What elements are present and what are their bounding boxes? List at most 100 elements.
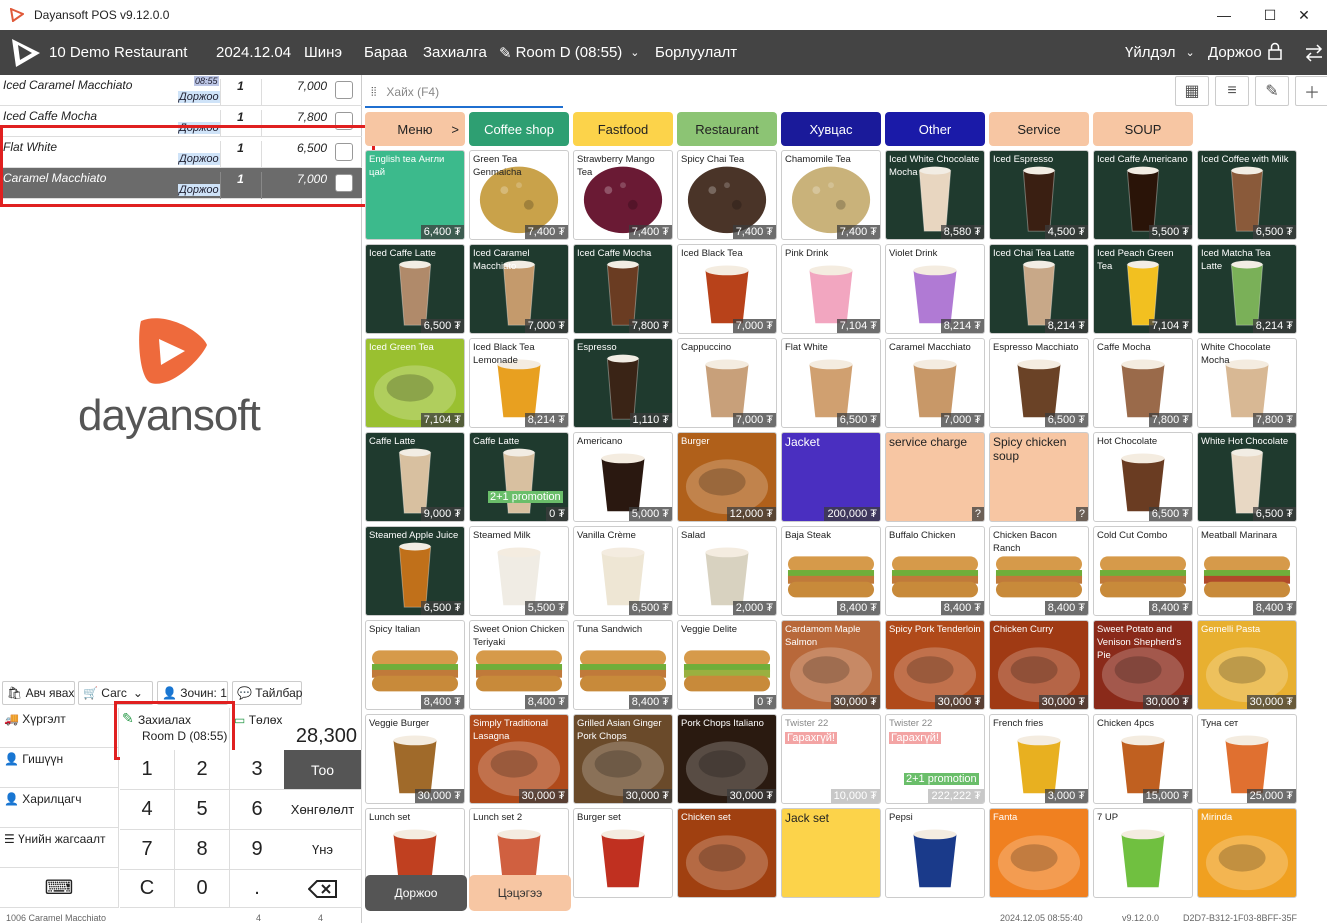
product-tile[interactable]: Gemelli Pasta 30,000 ₮	[1197, 620, 1297, 710]
switch-icon[interactable]	[1304, 30, 1324, 75]
product-tile[interactable]: Espresso 1,110 ₮	[573, 338, 673, 428]
product-tile[interactable]: Hot Chocolate 6,500 ₮	[1093, 432, 1193, 522]
product-tile[interactable]: Spicy chicken soup?	[989, 432, 1089, 522]
product-tile[interactable]: Spicy Pork Tenderloin 30,000 ₮	[885, 620, 985, 710]
keyboard-button[interactable]: ⌨	[0, 868, 119, 908]
staff-doorjoo-button[interactable]: Доржоо	[365, 875, 467, 911]
menu-goods[interactable]: Бараа	[364, 30, 407, 75]
product-tile[interactable]: Cardamom Maple Salmon 30,000 ₮	[781, 620, 881, 710]
product-tile[interactable]: English tea Англи цай 6,400 ₮	[365, 150, 465, 240]
product-tile[interactable]: Burger set	[573, 808, 673, 898]
product-tile[interactable]: Jack set	[781, 808, 881, 898]
menu-operations[interactable]: Үйлдэл ⌄	[1125, 30, 1195, 75]
product-tile[interactable]: Pink Drink 7,104 ₮	[781, 244, 881, 334]
order-line-checkbox[interactable]	[335, 143, 353, 161]
product-tile[interactable]: Iced White Chocolate Mocha 8,580 ₮	[885, 150, 985, 240]
keypad-key[interactable]: 1	[120, 750, 175, 790]
product-tile[interactable]: Spicy Chai Tea 7,400 ₮	[677, 150, 777, 240]
product-tile[interactable]: Burger 12,000 ₮	[677, 432, 777, 522]
keypad-key[interactable]: 2	[175, 750, 230, 790]
category-tab[interactable]: Service	[989, 112, 1089, 146]
product-tile[interactable]: Iced Caffe Mocha 7,800 ₮	[573, 244, 673, 334]
keypad-key[interactable]: 0	[175, 870, 230, 908]
product-tile[interactable]: Chamomile Tea 7,400 ₮	[781, 150, 881, 240]
business-date[interactable]: 2024.12.04	[216, 30, 291, 75]
add-icon[interactable]: ＋	[1295, 76, 1327, 106]
product-tile[interactable]: Salad 2,000 ₮	[677, 526, 777, 616]
product-tile[interactable]: Pepsi	[885, 808, 985, 898]
product-tile[interactable]: Flat White 6,500 ₮	[781, 338, 881, 428]
product-tile[interactable]: Iced Black Tea Lemonade 8,214 ₮	[469, 338, 569, 428]
keypad-key[interactable]: 6	[230, 790, 285, 830]
basket-dropdown[interactable]: 🛒 Сагс ⌄	[78, 681, 153, 705]
product-tile[interactable]: Cappuccino 7,000 ₮	[677, 338, 777, 428]
product-tile[interactable]: Strawberry Mango Tea 7,400 ₮	[573, 150, 673, 240]
product-tile[interactable]: Violet Drink 8,214 ₮	[885, 244, 985, 334]
product-tile[interactable]: Chicken Curry 30,000 ₮	[989, 620, 1089, 710]
keypad-key[interactable]: C	[120, 870, 175, 908]
restaurant-name[interactable]: 10 Demo Restaurant	[49, 30, 187, 75]
product-tile[interactable]: Caffe Latte 9,000 ₮	[365, 432, 465, 522]
product-tile[interactable]: White Hot Chocolate 6,500 ₮	[1197, 432, 1297, 522]
menu-new[interactable]: Шинэ	[304, 30, 342, 75]
customer-button[interactable]: 👤 Харилцагч	[0, 788, 119, 828]
price-button[interactable]: Үнэ	[284, 830, 362, 870]
product-tile[interactable]: Iced Chai Tea Latte 8,214 ₮	[989, 244, 1089, 334]
minimize-button[interactable]: —	[1201, 0, 1247, 30]
keypad-key[interactable]: 4	[120, 790, 175, 830]
product-tile[interactable]: Vanilla Crème 6,500 ₮	[573, 526, 673, 616]
order-line-qty[interactable]: 1	[220, 79, 260, 106]
list-view-icon[interactable]: ≡	[1215, 76, 1249, 106]
product-tile[interactable]: Sweet Onion Chicken Teriyaki 8,400 ₮	[469, 620, 569, 710]
product-tile[interactable]: Meatball Marinara 8,400 ₮	[1197, 526, 1297, 616]
product-tile[interactable]: Iced Espresso 4,500 ₮	[989, 150, 1089, 240]
order-line[interactable]: Caramel Macchiato Доржоо 1 7,000	[0, 168, 362, 199]
product-tile[interactable]: Twister 22 Гарахгүй! 2+1 promotion 222,222 …	[885, 714, 985, 804]
search-box[interactable]: ⦙⦙ Хайх (F4)	[365, 78, 563, 108]
product-tile[interactable]: service charge?	[885, 432, 985, 522]
order-line-qty[interactable]: 1	[220, 172, 260, 199]
staff-tsetsegee-button[interactable]: Цэцэгээ	[469, 875, 571, 911]
product-tile[interactable]: Iced Coffee with Milk 6,500 ₮	[1197, 150, 1297, 240]
product-tile[interactable]: Chicken 4pcs 15,000 ₮	[1093, 714, 1193, 804]
product-tile[interactable]: Iced Caffe Americano 5,500 ₮	[1093, 150, 1193, 240]
price-list-button[interactable]: ☰ Үнийн жагсаалт	[0, 828, 119, 868]
product-tile[interactable]: Simply Traditional Lasagna 30,000 ₮	[469, 714, 569, 804]
product-tile[interactable]: Chicken set	[677, 808, 777, 898]
product-tile[interactable]: Steamed Milk 5,500 ₮	[469, 526, 569, 616]
keypad-key[interactable]: 7	[120, 830, 175, 870]
brand-logo-icon[interactable]	[8, 35, 44, 71]
order-line-checkbox[interactable]	[335, 81, 353, 99]
product-tile[interactable]: Туна сет 25,000 ₮	[1197, 714, 1297, 804]
member-button[interactable]: 👤 Гишүүн	[0, 748, 119, 788]
backspace-button[interactable]	[284, 870, 362, 908]
user-menu[interactable]: Доржоо	[1208, 30, 1282, 75]
order-line-qty[interactable]: 1	[220, 110, 260, 137]
category-tab[interactable]: Coffee shop	[469, 112, 569, 146]
product-tile[interactable]: 7 UP	[1093, 808, 1193, 898]
product-tile[interactable]: Steamed Apple Juice 6,500 ₮	[365, 526, 465, 616]
product-tile[interactable]: Sweet Potato and Venison Shepherd's Pie 3…	[1093, 620, 1193, 710]
product-tile[interactable]: Iced Black Tea 7,000 ₮	[677, 244, 777, 334]
edit-icon[interactable]: ✎	[1255, 76, 1289, 106]
qty-button[interactable]: Тоо	[284, 750, 362, 790]
product-tile[interactable]: Cold Cut Combo 8,400 ₮	[1093, 526, 1193, 616]
takeaway-button[interactable]: 🛍 Авч явах	[2, 681, 75, 705]
product-tile[interactable]: Espresso Macchiato 6,500 ₮	[989, 338, 1089, 428]
product-tile[interactable]: Buffalo Chicken 8,400 ₮	[885, 526, 985, 616]
product-tile[interactable]: Iced Caramel Macchiato 7,000 ₮	[469, 244, 569, 334]
keypad-key[interactable]: 9	[230, 830, 285, 870]
product-tile[interactable]: Caffe Mocha 7,800 ₮	[1093, 338, 1193, 428]
product-tile[interactable]: French fries 3,000 ₮	[989, 714, 1089, 804]
close-button[interactable]: ✕	[1281, 0, 1327, 30]
order-line-checkbox[interactable]	[335, 174, 353, 192]
keypad-key[interactable]: 3	[230, 750, 285, 790]
keypad-key[interactable]: 5	[175, 790, 230, 830]
menu-room[interactable]: ✎ Room D (08:55) ⌄	[499, 30, 640, 75]
note-button[interactable]: 💬 Тайлбар	[232, 681, 302, 705]
order-line[interactable]: Iced Caramel Macchiato 08:55 Доржоо 1 7,000	[0, 75, 362, 106]
order-line-qty[interactable]: 1	[220, 141, 260, 168]
order-line-checkbox[interactable]	[335, 112, 353, 130]
product-tile[interactable]: Caramel Macchiato 7,000 ₮	[885, 338, 985, 428]
product-tile[interactable]: Iced Green Tea 7,104 ₮	[365, 338, 465, 428]
